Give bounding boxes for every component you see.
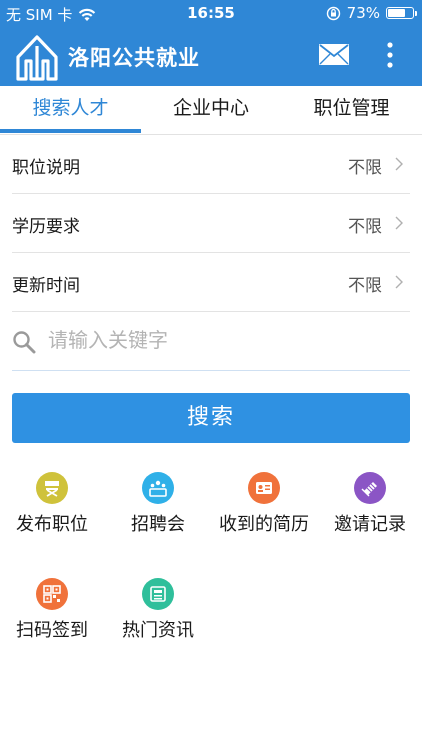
quick-action-scan-checkin[interactable]: 扫码签到: [0, 578, 104, 668]
battery-percent: 73%: [346, 4, 380, 22]
rotation-lock-icon: [326, 6, 340, 20]
quick-action-label: 收到的简历: [219, 514, 309, 535]
quick-action-label: 招聘会: [131, 514, 185, 535]
filter-row-update-time[interactable]: 更新时间 不限: [12, 253, 410, 312]
filter-value: 不限: [348, 217, 382, 237]
mail-icon[interactable]: [318, 43, 350, 66]
filter-label: 职位说明: [12, 158, 80, 178]
more-menu-icon[interactable]: [380, 40, 400, 70]
search-input[interactable]: [48, 324, 388, 356]
quick-action-received-resumes[interactable]: 收到的简历: [212, 472, 316, 562]
search-button[interactable]: 搜索: [12, 393, 410, 443]
qr-code-icon: [36, 578, 68, 610]
quick-action-publish-position[interactable]: 发布职位: [0, 472, 104, 562]
battery-icon: [386, 7, 417, 19]
id-card-icon: [248, 472, 280, 504]
app-title: 洛阳公共就业: [68, 46, 200, 70]
quick-action-label: 邀请记录: [334, 514, 406, 535]
quick-action-job-fair[interactable]: 招聘会: [106, 472, 210, 562]
tab-search-talent[interactable]: 搜索人才: [0, 86, 141, 134]
chevron-right-icon: [395, 157, 403, 171]
filter-row-position[interactable]: 职位说明 不限: [12, 135, 410, 194]
filter-label: 学历要求: [12, 217, 80, 237]
news-icon: [142, 578, 174, 610]
filter-value: 不限: [348, 276, 382, 296]
tab-enterprise-center[interactable]: 企业中心: [141, 86, 281, 134]
filter-row-education[interactable]: 学历要求 不限: [12, 194, 410, 253]
status-bar: 无 SIM 卡 16:55 73%: [0, 0, 422, 28]
people-group-icon: [142, 472, 174, 504]
tab-position-management[interactable]: 职位管理: [281, 86, 422, 134]
quick-action-hot-news[interactable]: 热门资讯: [106, 578, 210, 668]
quick-action-label: 扫码签到: [16, 620, 88, 641]
director-chair-icon: [36, 472, 68, 504]
filter-label: 更新时间: [12, 276, 80, 296]
search-icon: [13, 331, 36, 354]
quick-action-label: 热门资讯: [122, 620, 194, 641]
envelope-stack-icon: [354, 472, 386, 504]
quick-action-label: 发布职位: [16, 514, 88, 535]
app-header: 无 SIM 卡 16:55 73% 洛阳公共就业: [0, 0, 422, 86]
nav-bar: 洛阳公共就业: [0, 28, 422, 86]
tab-bar: 搜索人才 企业中心 职位管理: [0, 86, 422, 135]
chevron-right-icon: [395, 216, 403, 230]
logo-icon: [16, 35, 58, 81]
active-tab-indicator: [0, 129, 141, 133]
chevron-right-icon: [395, 275, 403, 289]
quick-action-invitation-records[interactable]: 邀请记录: [318, 472, 422, 562]
filter-value: 不限: [348, 158, 382, 178]
search-field: [12, 312, 410, 371]
